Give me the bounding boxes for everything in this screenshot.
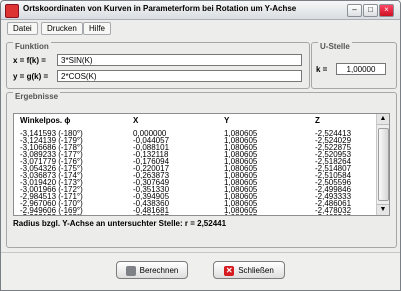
close-icon[interactable]: × <box>379 4 394 17</box>
results-table[interactable]: Winkelpos. ϕ X Y Z -3,141593 (-180°) 0,00… <box>13 113 390 216</box>
close-x-icon: ✕ <box>224 265 235 276</box>
ustelle-title: U-Stelle <box>318 42 352 51</box>
ergebnisse-title: Ergebnisse <box>13 92 61 101</box>
header-winkelpos[interactable]: Winkelpos. ϕ <box>20 116 70 125</box>
ustelle-group: U-Stelle k = 1,00000 <box>311 42 397 89</box>
table-cell: -2,932153 (-168°) <box>20 213 83 215</box>
menu-hilfe[interactable]: Hilfe <box>83 22 112 35</box>
schliessen-button[interactable]: ✕ Schließen <box>213 261 285 279</box>
table-row[interactable]: -2,932153 (-168°) -0,524855 1,080605 -2,469… <box>14 213 376 215</box>
k-input[interactable]: 1,00000 <box>336 63 386 75</box>
title-bar: Ortskoordinaten von Kurven in Parameterf… <box>1 1 400 20</box>
header-x[interactable]: X <box>133 116 138 125</box>
menu-drucken[interactable]: Drucken <box>41 22 83 35</box>
radius-result-text: Radius bzgl. Y-Achse an untersuchter Ste… <box>13 219 227 228</box>
table-cell: -0,524855 <box>133 213 169 215</box>
menu-datei[interactable]: Datei <box>7 22 38 35</box>
scroll-down-icon[interactable]: ▼ <box>377 204 389 215</box>
table-cell: -2,469248 <box>315 213 351 215</box>
funktion-title: Funktion <box>13 42 51 51</box>
window-title: Ortskoordinaten von Kurven in Parameterf… <box>23 4 297 13</box>
menu-bar: Datei Drucken Hilfe <box>1 20 400 35</box>
header-z[interactable]: Z <box>315 116 320 125</box>
app-icon <box>5 4 19 18</box>
calculator-icon <box>125 265 136 276</box>
x-function-label: x = f(k) = <box>13 56 46 65</box>
berechnen-button[interactable]: Berechnen <box>116 261 188 279</box>
x-function-input[interactable]: 3*SIN(K) <box>57 54 302 66</box>
berechnen-label: Berechnen <box>139 266 179 275</box>
funktion-group: Funktion x = f(k) = 3*SIN(K) y = g(k) = … <box>6 42 310 89</box>
scroll-up-icon[interactable]: ▲ <box>377 114 389 125</box>
maximize-icon[interactable]: □ <box>363 4 378 17</box>
table-cell: 1,080605 <box>224 213 257 215</box>
results-table-header: Winkelpos. ϕ X Y Z <box>14 114 389 127</box>
scroll-thumb[interactable] <box>378 128 389 201</box>
y-function-label: y = g(k) = <box>13 72 49 81</box>
application-window: Ortskoordinaten von Kurven in Parameterf… <box>0 0 401 291</box>
schliessen-label: Schließen <box>238 266 274 275</box>
k-label: k = <box>316 65 328 74</box>
footer-bar: Berechnen ✕ Schließen <box>1 252 400 290</box>
results-scrollbar[interactable]: ▲ ▼ <box>376 114 389 215</box>
minimize-icon[interactable]: – <box>347 4 362 17</box>
y-function-input[interactable]: 2*COS(K) <box>57 70 302 82</box>
header-y[interactable]: Y <box>224 116 229 125</box>
